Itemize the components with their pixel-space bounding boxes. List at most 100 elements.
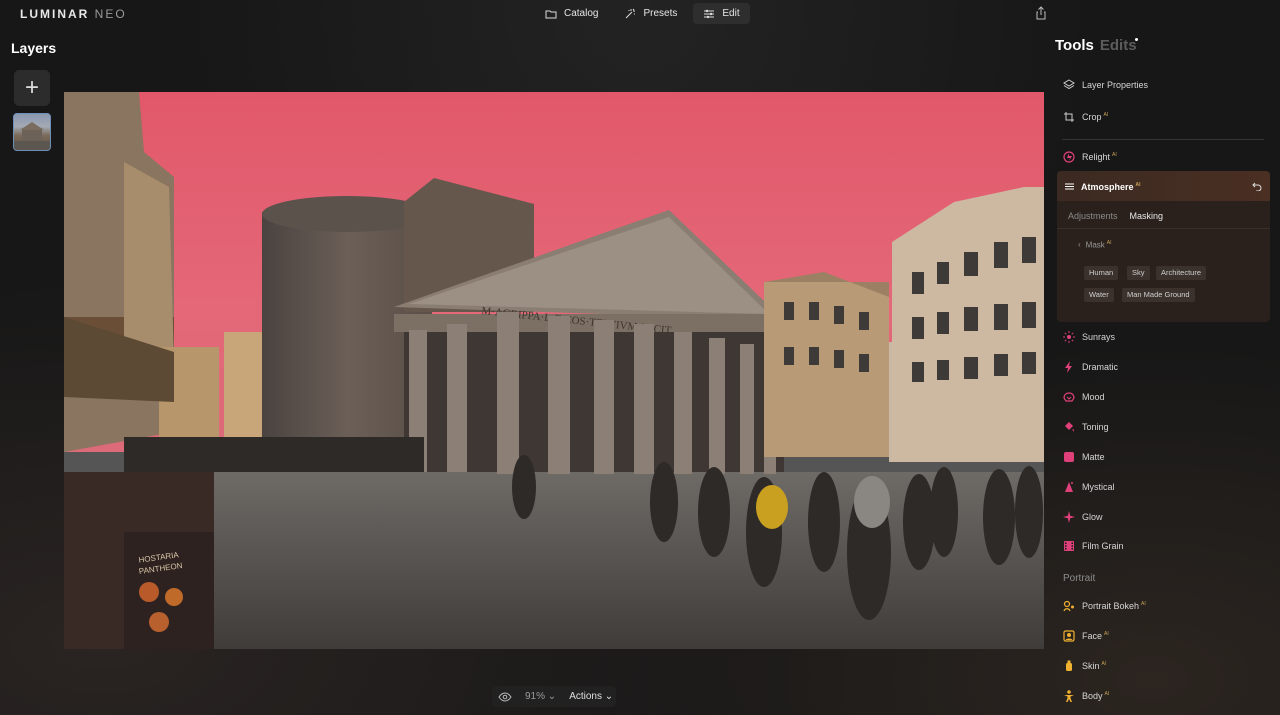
paint-bucket-icon — [1063, 421, 1075, 433]
edit-label: Edit — [722, 8, 740, 19]
mask-chip-architecture[interactable]: Architecture — [1156, 266, 1207, 280]
bottom-toolbar: 91% ⌄ Actions ⌄ — [492, 686, 616, 707]
folder-icon — [545, 10, 557, 18]
mood-icon — [1063, 391, 1075, 403]
tool-label: Portrait Bokeh — [1082, 601, 1140, 611]
film-icon — [1063, 540, 1075, 552]
catalog-button[interactable]: Catalog — [535, 3, 608, 24]
tab-masking[interactable]: Masking — [1130, 211, 1164, 221]
tab-tools[interactable]: Tools — [1055, 37, 1094, 54]
tool-label: Mood — [1082, 392, 1105, 402]
layer-thumbnail[interactable] — [13, 113, 51, 151]
atmosphere-subtabs: Adjustments Masking — [1068, 211, 1163, 221]
tab-adjustments[interactable]: Adjustments — [1068, 211, 1118, 221]
tool-glow[interactable]: Glow — [1063, 509, 1103, 525]
lightning-icon — [1063, 361, 1075, 373]
tool-label: Layer Properties — [1082, 80, 1149, 90]
tool-dramatic[interactable]: Dramatic — [1063, 359, 1118, 375]
main-nav: Catalog Presets Edit — [535, 3, 750, 24]
tool-label: Matte — [1082, 452, 1105, 462]
atmosphere-title: Atmosphere — [1081, 182, 1134, 192]
ai-badge: AI — [1106, 240, 1112, 246]
tool-face[interactable]: Face AI — [1063, 628, 1109, 644]
tool-skin[interactable]: Skin AI — [1063, 658, 1106, 674]
actions-label: Actions — [569, 691, 602, 702]
ai-badge: AI — [1103, 112, 1109, 118]
mask-section-toggle[interactable]: ‹ Mask AI — [1078, 240, 1112, 250]
layers-icon — [1063, 79, 1075, 91]
reset-icon[interactable] — [1252, 181, 1262, 191]
sliders-icon — [704, 9, 715, 18]
logo-main-text: LUMINAR — [20, 7, 90, 21]
tool-mood[interactable]: Mood — [1063, 389, 1105, 405]
tool-label: Film Grain — [1082, 541, 1124, 551]
mask-chip-human[interactable]: Human — [1084, 266, 1119, 280]
panel-tabs: Tools Edits — [1055, 37, 1138, 54]
tool-label: Glow — [1082, 512, 1103, 522]
tool-label: Crop — [1082, 112, 1102, 122]
mask-chip-man-made-ground[interactable]: Man Made Ground — [1122, 288, 1195, 302]
portrait-section-heading: Portrait — [1063, 573, 1096, 584]
mask-chip-sky[interactable]: Sky — [1127, 266, 1150, 280]
eye-icon[interactable] — [498, 690, 512, 704]
face-icon — [1063, 630, 1075, 642]
atmosphere-icon — [1065, 183, 1074, 190]
zoom-dropdown[interactable]: 91% ⌄ — [525, 691, 556, 702]
ai-badge: AI — [1104, 691, 1110, 697]
edits-indicator-dot — [1135, 38, 1138, 41]
chevron-left-icon: ‹ — [1078, 240, 1081, 250]
tool-crop[interactable]: Crop AI — [1063, 109, 1108, 125]
pantheon-photo: M·AGRIPPA·L·F·COS·TERTIVM·FECIT HOSTARIA… — [64, 92, 1044, 649]
ai-badge: AI — [1104, 631, 1109, 637]
tool-toning[interactable]: Toning — [1063, 419, 1109, 435]
crop-icon — [1063, 111, 1075, 123]
tool-label: Dramatic — [1082, 362, 1119, 372]
body-icon — [1063, 690, 1075, 702]
presets-label: Presets — [643, 8, 678, 19]
zoom-value: 91% — [525, 691, 546, 702]
ai-badge: AI — [1101, 661, 1107, 667]
tool-sunrays[interactable]: Sunrays — [1063, 329, 1115, 345]
divider — [1062, 139, 1264, 140]
add-layer-button[interactable]: + — [14, 70, 50, 106]
tool-label: Sunrays — [1082, 332, 1116, 342]
mask-chip-water[interactable]: Water — [1084, 288, 1114, 302]
ai-badge: AI — [1135, 182, 1141, 188]
top-bar: LUMINAR NEO Catalog Presets Edit — [0, 0, 1280, 27]
tool-relight[interactable]: Relight AI — [1063, 149, 1117, 165]
tool-label: Skin — [1082, 661, 1100, 671]
edit-button[interactable]: Edit — [693, 3, 750, 24]
tool-portrait-bokeh[interactable]: Portrait Bokeh AI — [1063, 598, 1146, 614]
atmosphere-panel: Atmosphere AI Adjustments Masking ‹ Mask A… — [1057, 171, 1270, 322]
tool-mystical[interactable]: Mystical — [1063, 479, 1115, 495]
actions-dropdown[interactable]: Actions ⌄ — [569, 691, 613, 702]
app-logo: LUMINAR NEO — [20, 7, 127, 21]
presets-button[interactable]: Presets — [614, 3, 687, 24]
atmosphere-header[interactable]: Atmosphere AI — [1057, 171, 1270, 201]
tool-film-grain[interactable]: Film Grain — [1063, 538, 1124, 554]
share-icon[interactable] — [1034, 6, 1048, 20]
photo-canvas[interactable]: M·AGRIPPA·L·F·COS·TERTIVM·FECIT HOSTARIA… — [64, 92, 1044, 649]
tool-layer-properties[interactable]: Layer Properties — [1063, 77, 1148, 93]
tab-edits[interactable]: Edits — [1100, 37, 1137, 54]
mystical-icon — [1063, 481, 1075, 493]
relight-icon — [1063, 151, 1075, 163]
chevron-down-icon: ⌄ — [604, 691, 614, 702]
tool-body[interactable]: Body AI — [1063, 688, 1109, 704]
matte-icon — [1063, 451, 1075, 463]
logo-sub-text: NEO — [94, 7, 127, 21]
sparkle-icon — [1063, 511, 1075, 523]
skin-icon — [1063, 660, 1075, 672]
tool-label: Toning — [1082, 422, 1109, 432]
tool-label: Face — [1082, 631, 1103, 641]
catalog-label: Catalog — [564, 8, 599, 19]
presets-icon — [626, 8, 636, 18]
sunrays-icon — [1063, 331, 1075, 343]
ai-badge: AI — [1112, 152, 1117, 158]
mask-label: Mask — [1085, 240, 1105, 250]
chevron-down-icon: ⌄ — [547, 691, 557, 702]
ai-badge: AI — [1141, 601, 1146, 607]
divider — [1057, 228, 1270, 229]
tool-matte[interactable]: Matte — [1063, 449, 1105, 465]
layer-thumbnail-image — [14, 122, 50, 150]
